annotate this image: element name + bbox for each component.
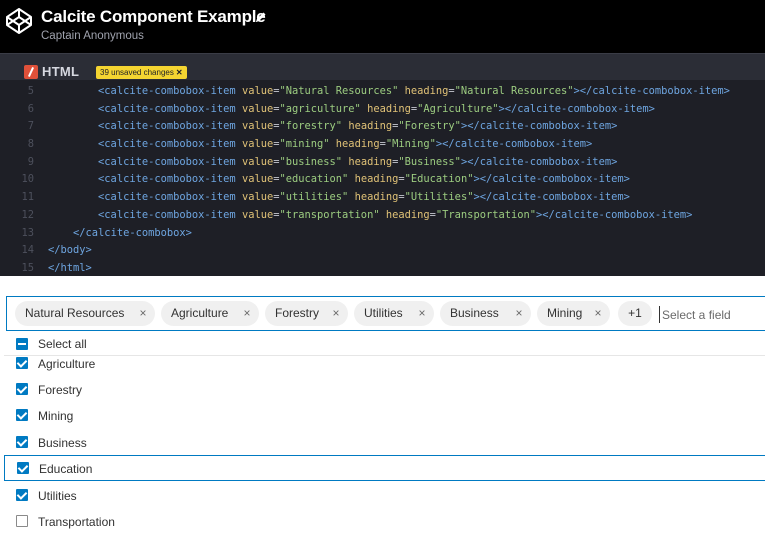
- combobox-item[interactable]: Utilities: [4, 482, 765, 508]
- combobox[interactable]: +1 Natural Resources×Agriculture×Forestr…: [6, 296, 765, 331]
- selected-chip[interactable]: Natural Resources ×: [15, 301, 155, 326]
- line-number: 11: [21, 191, 34, 204]
- unchecked-checkbox-icon[interactable]: [16, 515, 28, 527]
- selected-chip[interactable]: Forestry ×: [265, 301, 348, 326]
- codepen-logo-icon[interactable]: [4, 6, 34, 36]
- chip-close-icon[interactable]: ×: [592, 301, 604, 326]
- overflow-chip[interactable]: +1: [618, 301, 652, 326]
- result-preview: +1 Natural Resources×Agriculture×Forestr…: [0, 276, 765, 540]
- line-number: 5: [27, 85, 34, 97]
- chip-close-icon[interactable]: ×: [241, 301, 253, 326]
- chip-label: Business: [450, 306, 499, 320]
- indeterminate-checkbox-icon[interactable]: [16, 338, 28, 350]
- combobox-item-label: Education: [39, 461, 93, 476]
- line-number: 14: [21, 244, 34, 257]
- code-text: <calcite-combobox-item value="mining" he…: [98, 138, 593, 151]
- combobox-dropdown: Select all Agriculture Forestry Mining Busi…: [4, 332, 765, 537]
- code-text: <calcite-combobox-item value="agricultur…: [98, 102, 655, 115]
- checked-checkbox-icon[interactable]: [17, 461, 29, 474]
- edit-pencil-icon[interactable]: [254, 10, 268, 24]
- selected-chip[interactable]: Mining ×: [537, 301, 610, 326]
- editor-header: HTML 39 unsaved changes ✕: [0, 53, 765, 80]
- combobox-item[interactable]: Education: [4, 455, 765, 481]
- chip-label: Natural Resources: [25, 306, 125, 320]
- line-number: 8: [27, 138, 34, 151]
- line-number: 13: [21, 226, 34, 239]
- code-text: <calcite-combobox-item value="Natural Re…: [98, 85, 730, 97]
- html-icon: [24, 65, 38, 79]
- code-text: <calcite-combobox-item value="forestry" …: [98, 120, 618, 133]
- chip-label: Mining: [547, 306, 583, 320]
- chip-label: Agriculture: [171, 306, 229, 320]
- pen-author[interactable]: Captain Anonymous: [41, 30, 144, 42]
- editor-language-label: HTML: [42, 64, 80, 79]
- close-icon: ✕: [175, 68, 183, 77]
- combobox-item[interactable]: Business: [4, 429, 765, 455]
- code-text: <calcite-combobox-item value="business" …: [98, 155, 618, 168]
- chip-label: Forestry: [275, 306, 320, 320]
- chip-label: Utilities: [364, 306, 403, 320]
- combobox-item[interactable]: Forestry: [4, 376, 765, 402]
- select-all-label: Select all: [38, 337, 87, 351]
- line-number: 7: [27, 120, 34, 133]
- code-line[interactable]: 15 </html>: [0, 260, 765, 278]
- combobox-input[interactable]: [659, 306, 759, 323]
- combobox-item-label: Business: [38, 436, 87, 450]
- combobox-item-label: Mining: [38, 409, 74, 423]
- selected-chip[interactable]: Agriculture ×: [161, 301, 259, 326]
- code-line[interactable]: 13 </calcite-combobox>: [0, 225, 765, 243]
- unsaved-changes-badge[interactable]: 39 unsaved changes ✕: [96, 66, 187, 79]
- code-area[interactable]: 5 <calcite-combobox-item value="Natural …: [0, 83, 765, 278]
- selected-chip[interactable]: Utilities ×: [354, 301, 434, 326]
- code-line[interactable]: 5 <calcite-combobox-item value="Natural …: [0, 83, 765, 101]
- chip-close-icon[interactable]: ×: [416, 301, 428, 326]
- code-line[interactable]: 10 <calcite-combobox-item value="educati…: [0, 171, 765, 189]
- selected-chip[interactable]: Business ×: [440, 301, 531, 326]
- code-text: <calcite-combobox-item value="utilities"…: [98, 191, 630, 204]
- code-line[interactable]: 6 <calcite-combobox-item value="agricult…: [0, 101, 765, 119]
- code-line[interactable]: 9 <calcite-combobox-item value="business…: [0, 154, 765, 172]
- combobox-item[interactable]: Agriculture: [4, 350, 765, 376]
- line-number: 15: [21, 261, 34, 274]
- checked-checkbox-icon[interactable]: [16, 436, 28, 448]
- code-line[interactable]: 12 <calcite-combobox-item value="transpo…: [0, 207, 765, 225]
- code-text: <calcite-combobox-item value="transporta…: [98, 208, 693, 221]
- combobox-item[interactable]: Transportation: [4, 508, 765, 534]
- line-number: 9: [27, 155, 34, 168]
- combobox-item[interactable]: Mining: [4, 402, 765, 428]
- code-line[interactable]: 8 <calcite-combobox-item value="mining" …: [0, 136, 765, 154]
- checked-checkbox-icon[interactable]: [16, 357, 28, 369]
- code-line[interactable]: 11 <calcite-combobox-item value="utiliti…: [0, 189, 765, 207]
- line-number: 6: [27, 102, 34, 115]
- checked-checkbox-icon[interactable]: [16, 383, 28, 395]
- pen-title[interactable]: Calcite Component Example: [41, 7, 266, 27]
- combobox-item-label: Utilities: [38, 489, 77, 503]
- chip-close-icon[interactable]: ×: [137, 301, 149, 326]
- pen-header: Calcite Component Example Captain Anonym…: [0, 0, 765, 53]
- code-text: </calcite-combobox>: [73, 226, 192, 239]
- combobox-item-label: Forestry: [38, 383, 83, 397]
- chip-close-icon[interactable]: ×: [330, 301, 342, 326]
- code-text: </html>: [48, 261, 92, 274]
- code-line[interactable]: 7 <calcite-combobox-item value="forestry…: [0, 118, 765, 136]
- chip-close-icon[interactable]: ×: [513, 301, 525, 326]
- checked-checkbox-icon[interactable]: [16, 409, 28, 421]
- code-text: <calcite-combobox-item value="education"…: [98, 173, 630, 186]
- combobox-item-label: Transportation: [38, 515, 115, 529]
- code-line[interactable]: 14 </body>: [0, 242, 765, 260]
- code-text: </body>: [48, 244, 92, 257]
- line-number: 12: [21, 208, 34, 221]
- line-number: 10: [21, 173, 34, 186]
- checked-checkbox-icon[interactable]: [16, 489, 28, 501]
- html-editor[interactable]: HTML 39 unsaved changes ✕ 5 <calcite-comb…: [0, 53, 765, 276]
- combobox-item-label: Agriculture: [38, 357, 96, 371]
